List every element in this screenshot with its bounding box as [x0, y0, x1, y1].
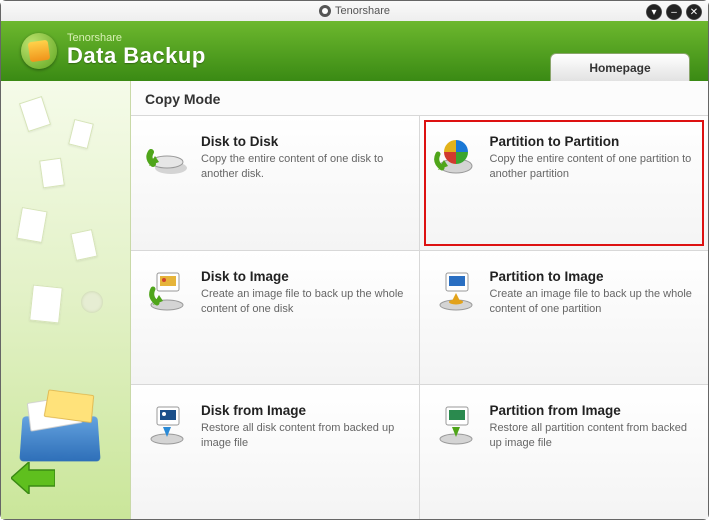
option-disk-to-disk[interactable]: Disk to Disk Copy the entire content of …: [131, 115, 420, 250]
option-title: Disk to Disk: [201, 134, 405, 149]
disk-from-image-icon: [145, 403, 189, 447]
option-title: Partition to Partition: [490, 134, 695, 149]
option-desc: Restore all partition content from backe…: [490, 421, 695, 451]
option-desc: Copy the entire content of one disk to a…: [201, 152, 405, 182]
option-title: Partition from Image: [490, 403, 695, 418]
app-logo: [21, 33, 57, 69]
partition-from-image-icon: [434, 403, 478, 447]
option-desc: Restore all disk content from backed up …: [201, 421, 405, 451]
options-grid: Disk to Disk Copy the entire content of …: [131, 115, 708, 519]
option-desc: Create an image file to back up the whol…: [201, 287, 405, 317]
minimize-button[interactable]: –: [666, 4, 682, 20]
option-title: Partition to Image: [490, 269, 695, 284]
titlebar: Tenorshare ▾ – ✕: [1, 1, 708, 21]
option-disk-from-image[interactable]: Disk from Image Restore all disk content…: [131, 384, 420, 519]
back-button[interactable]: [11, 462, 55, 499]
option-title: Disk to Image: [201, 269, 405, 284]
section-title: Copy Mode: [131, 81, 708, 115]
app-header: Tenorshare Data Backup Homepage: [1, 21, 708, 81]
disk-to-image-icon: [145, 269, 189, 313]
option-disk-to-image[interactable]: Disk to Image Create an image file to ba…: [131, 250, 420, 385]
option-partition-from-image[interactable]: Partition from Image Restore all partiti…: [420, 384, 709, 519]
box-illustration: [19, 416, 100, 461]
option-title: Disk from Image: [201, 403, 405, 418]
product-name: Data Backup: [67, 44, 206, 68]
partition-to-partition-icon: [434, 134, 478, 178]
sidebar: [1, 81, 131, 519]
option-desc: Copy the entire content of one partition…: [490, 152, 695, 182]
dropdown-button[interactable]: ▾: [646, 4, 662, 20]
option-desc: Create an image file to back up the whol…: [490, 287, 695, 317]
partition-to-image-icon: [434, 269, 478, 313]
close-button[interactable]: ✕: [686, 4, 702, 20]
option-partition-to-image[interactable]: Partition to Image Create an image file …: [420, 250, 709, 385]
brand-icon: [319, 5, 331, 17]
option-partition-to-partition[interactable]: Partition to Partition Copy the entire c…: [420, 115, 709, 250]
brand-text: Tenorshare: [335, 5, 390, 17]
title: Tenorshare: [319, 5, 390, 17]
disk-to-disk-icon: [145, 134, 189, 178]
tab-homepage[interactable]: Homepage: [550, 53, 690, 81]
